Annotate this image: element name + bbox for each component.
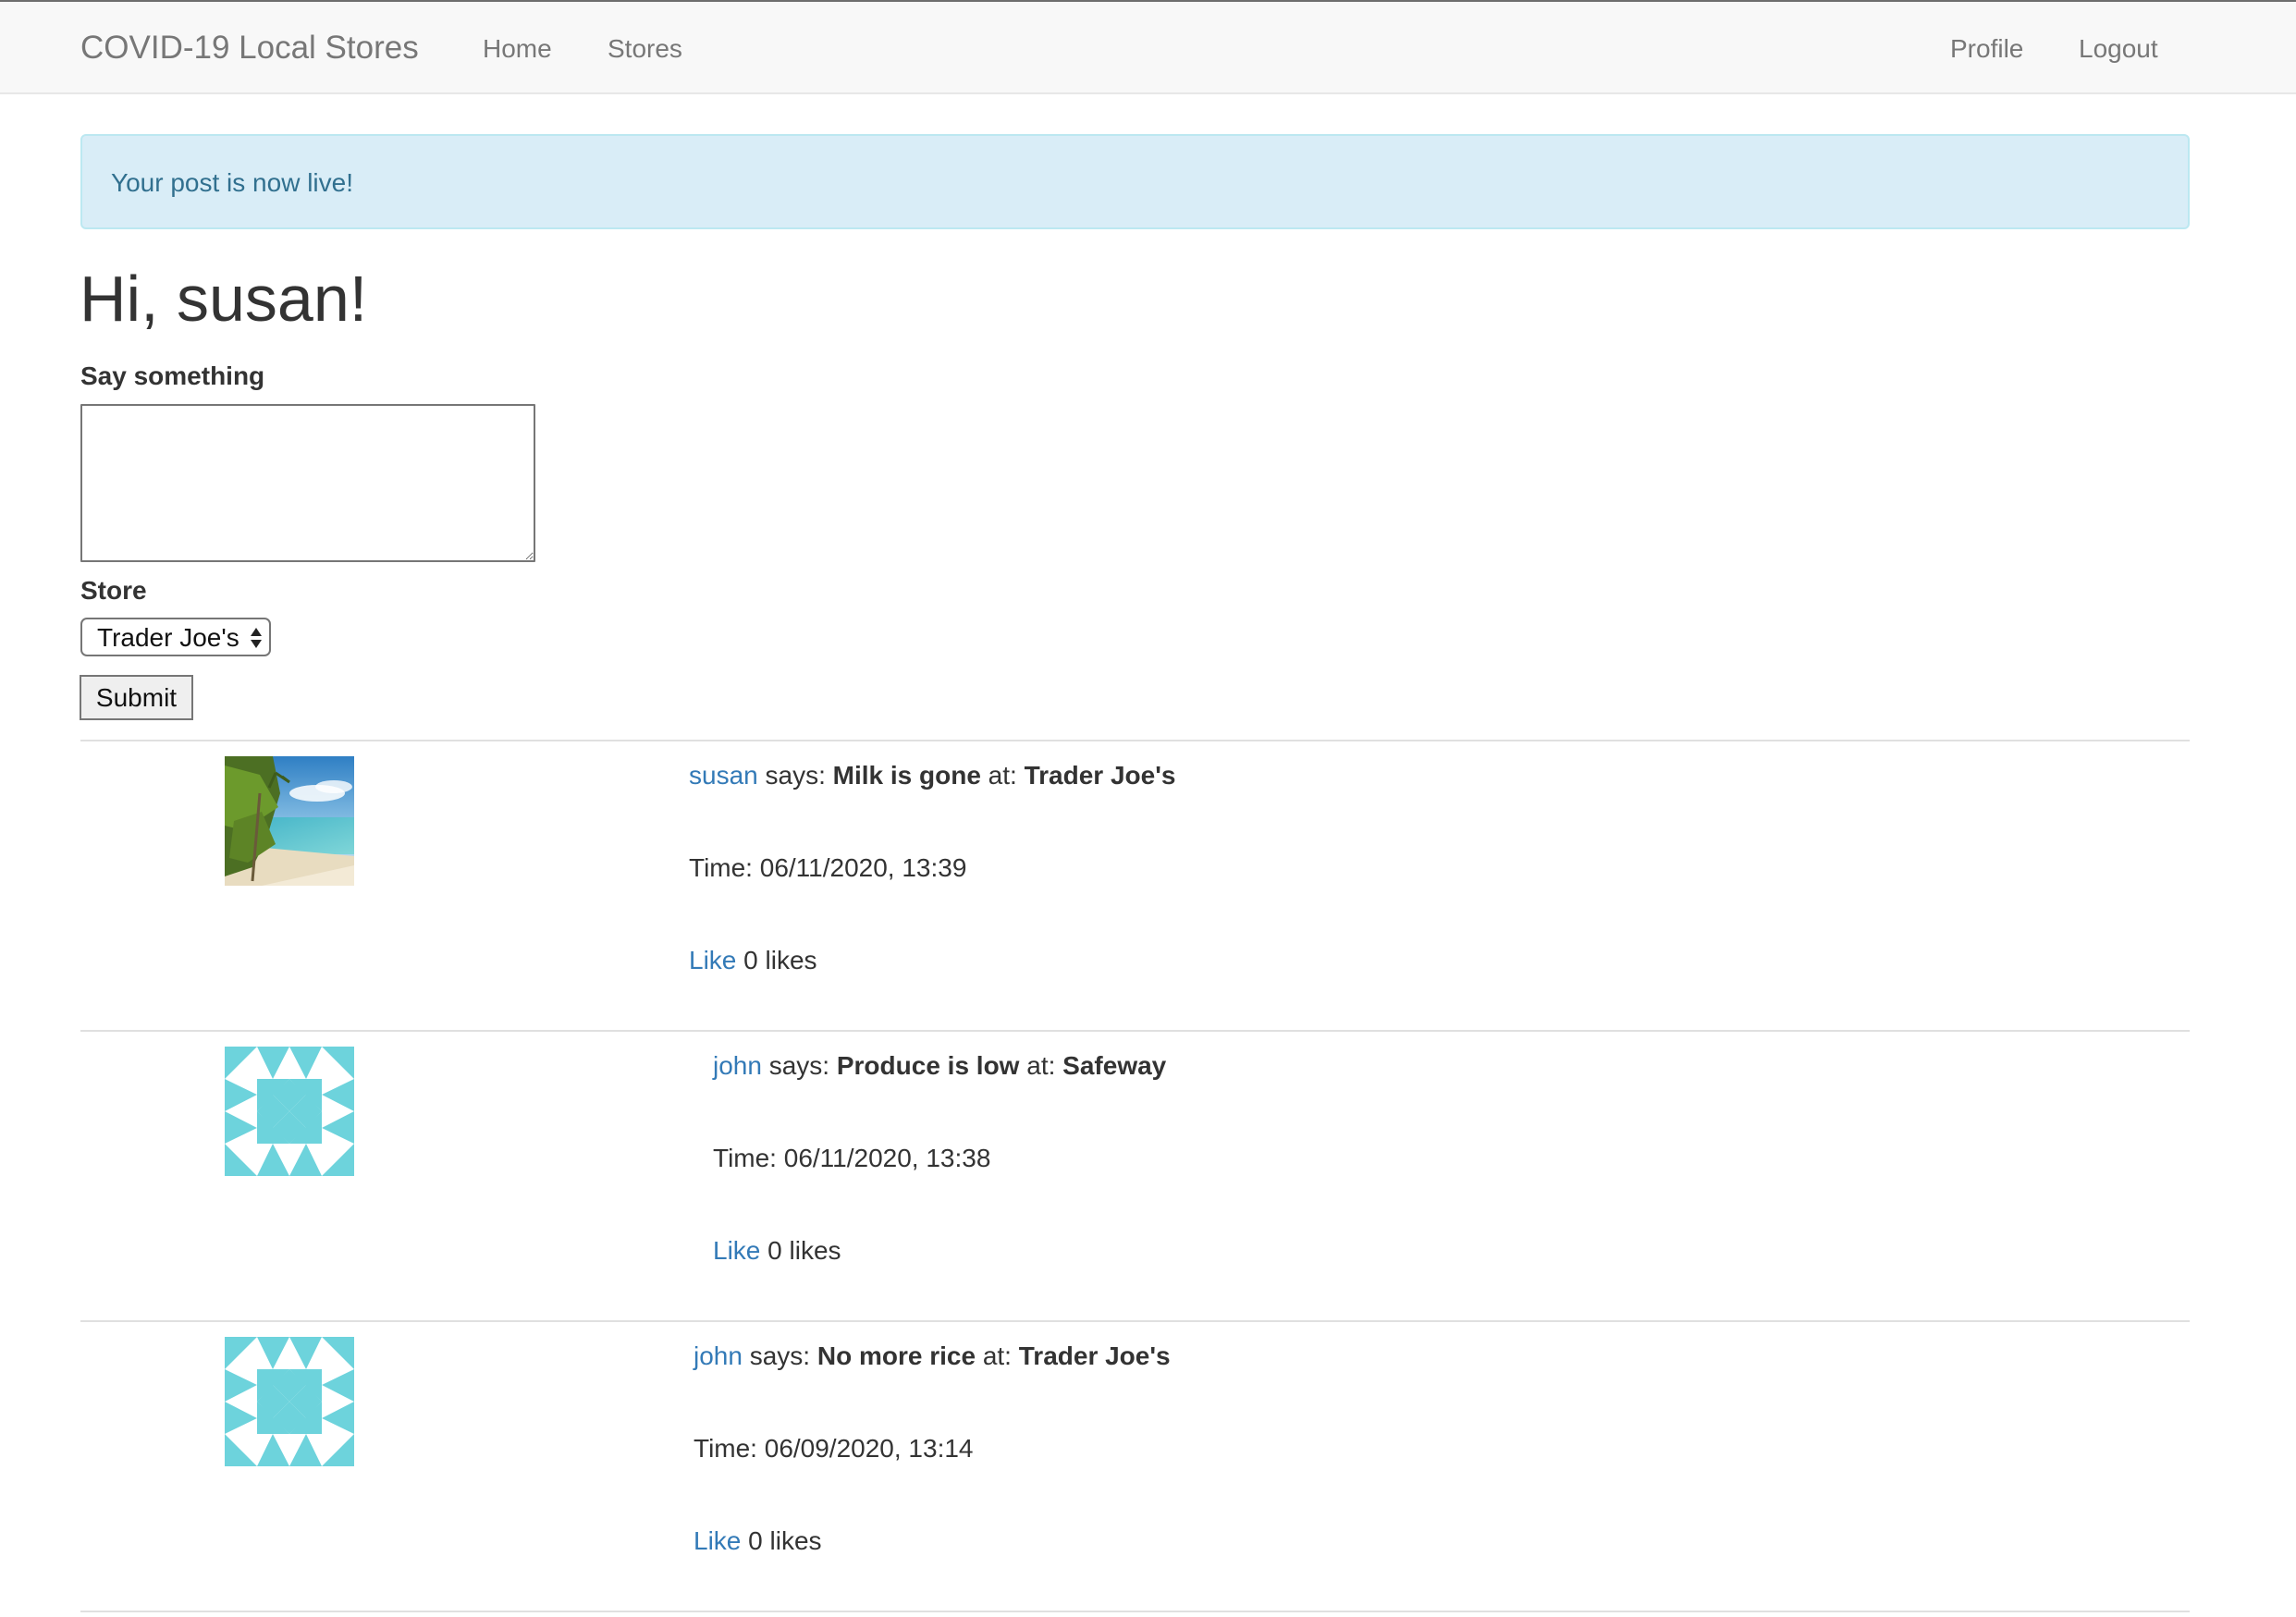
flash-alert: Your post is now live! [80, 134, 2190, 229]
post-at-text: at: [988, 761, 1017, 790]
store-select[interactable]: Trader Joe's [80, 618, 271, 656]
nav-profile-link[interactable]: Profile [1950, 33, 2023, 65]
beach-photo-image [225, 756, 354, 886]
like-link[interactable]: Like [694, 1526, 741, 1555]
post-likes-row: Like 0 likes [713, 1235, 841, 1267]
identicon-image [225, 1337, 354, 1466]
store-select-value: Trader Joe's [97, 623, 239, 652]
post-says-text: says: [749, 1341, 811, 1370]
post-time: Time: 06/09/2020, 13:14 [694, 1434, 974, 1463]
nav-stores-link[interactable]: Stores [608, 33, 682, 65]
divider [80, 1611, 2190, 1612]
like-link[interactable]: Like [713, 1236, 760, 1265]
identicon-avatar[interactable] [225, 1047, 354, 1176]
nav-logout-link[interactable]: Logout [2079, 33, 2158, 65]
divider [80, 1030, 2190, 1032]
post-body: No more rice [816, 1341, 976, 1370]
post-likes-row: Like 0 likes [694, 1525, 822, 1557]
post-header: john says: Produce is low at: Safeway [713, 1050, 1166, 1082]
post-store: Trader Joe's [1024, 761, 1176, 790]
post-author-link[interactable]: john [694, 1341, 743, 1370]
likes-count: 0 likes [743, 946, 817, 974]
page-title: Hi, susan! [80, 263, 368, 335]
post-store: Trader Joe's [1018, 1341, 1171, 1370]
alert-message: Your post is now live! [111, 168, 353, 197]
navbar: COVID-19 Local Stores Home Stores Profil… [0, 0, 2296, 94]
post-says-text: says: [768, 1051, 830, 1080]
post-time: Time: 06/11/2020, 13:39 [689, 853, 967, 882]
post-author-link[interactable]: susan [689, 761, 758, 790]
identicon-image [225, 1047, 354, 1176]
brand-link[interactable]: COVID-19 Local Stores [80, 30, 419, 67]
post-at-text: at: [1026, 1051, 1056, 1080]
likes-count: 0 likes [748, 1526, 822, 1555]
post-says-text: says: [765, 761, 826, 790]
post-time: Time: 06/11/2020, 13:38 [713, 1144, 991, 1172]
post-header: john says: No more rice at: Trader Joe's [694, 1341, 1171, 1372]
post-label: Say something [80, 361, 265, 390]
post-store: Safeway [1062, 1051, 1167, 1080]
likes-count: 0 likes [767, 1236, 841, 1265]
post-likes-row: Like 0 likes [689, 945, 817, 976]
beach-photo-avatar[interactable] [225, 756, 354, 886]
post-body: Milk is gone [832, 761, 981, 790]
identicon-avatar[interactable] [225, 1337, 354, 1466]
post-author-link[interactable]: john [713, 1051, 762, 1080]
select-arrows-icon [251, 628, 262, 648]
post-at-text: at: [982, 1341, 1012, 1370]
nav-home-link[interactable]: Home [483, 33, 552, 65]
divider [80, 740, 2190, 741]
post-textarea[interactable] [80, 404, 535, 562]
post-body: Produce is low [836, 1051, 1020, 1080]
submit-button[interactable]: Submit [80, 675, 193, 720]
divider [80, 1320, 2190, 1322]
store-label: Store [80, 576, 147, 605]
like-link[interactable]: Like [689, 946, 736, 974]
post-header: susan says: Milk is gone at: Trader Joe'… [689, 760, 1175, 791]
